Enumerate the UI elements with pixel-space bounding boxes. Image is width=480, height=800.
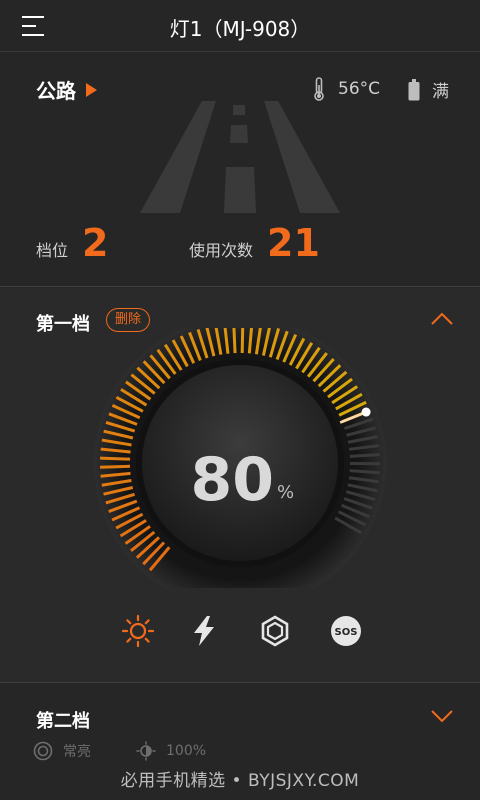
dial-tick bbox=[100, 464, 131, 469]
gear2-mode-label: 常亮 bbox=[63, 744, 91, 760]
battery-indicator: 满 bbox=[408, 77, 449, 102]
brightness-value: 80 bbox=[191, 445, 275, 515]
gear2-brightness-value: 100% bbox=[166, 743, 207, 759]
dial-tick bbox=[240, 328, 245, 354]
sos-icon[interactable]: SOS bbox=[329, 614, 363, 648]
thermometer-icon bbox=[314, 77, 324, 101]
gear-label: 档位 bbox=[36, 241, 69, 260]
lightning-icon[interactable] bbox=[187, 614, 221, 648]
sos-text: SOS bbox=[335, 627, 358, 638]
dial-tick bbox=[349, 453, 380, 458]
chevron-down-icon[interactable] bbox=[430, 709, 454, 723]
page-title: 灯1（MJ-908） bbox=[169, 17, 311, 41]
temperature-indicator: 56°C bbox=[312, 77, 380, 101]
brightness-unit: % bbox=[277, 482, 294, 503]
steady-light-icon bbox=[33, 741, 53, 761]
dial-tick bbox=[349, 469, 380, 475]
battery-icon bbox=[408, 78, 420, 100]
mode-icons: SOS bbox=[0, 610, 480, 650]
top-bar: 灯1（MJ-908） bbox=[0, 0, 480, 52]
uses-stat: 使用次数 21 bbox=[189, 221, 320, 265]
battery-value: 满 bbox=[432, 82, 449, 102]
sun-icon[interactable] bbox=[121, 614, 155, 648]
chevron-up-icon[interactable] bbox=[430, 312, 454, 326]
mode-label: 公路 bbox=[36, 79, 76, 103]
uses-label: 使用次数 bbox=[189, 241, 254, 260]
play-arrow-icon bbox=[86, 82, 97, 97]
uses-value: 21 bbox=[267, 221, 320, 265]
brightness-dial[interactable]: 80 % bbox=[90, 328, 390, 588]
gear2-brightness: 100% bbox=[136, 741, 206, 761]
gear-stat: 档位 2 bbox=[36, 221, 108, 265]
gear1-panel: 第一档 删除 80 % SOS bbox=[0, 288, 480, 682]
temperature-value: 56°C bbox=[338, 79, 381, 99]
divider bbox=[0, 286, 480, 287]
gear-value: 2 bbox=[82, 221, 109, 265]
gear1-title: 第一档 bbox=[36, 314, 90, 335]
brightness-icon bbox=[136, 741, 156, 761]
dial-tick bbox=[232, 328, 237, 354]
gear2-mode: 常亮 bbox=[33, 741, 91, 761]
watermark: 必用手机精选 • BYJSJXY.COM bbox=[120, 771, 360, 791]
gear2-title: 第二档 bbox=[36, 711, 90, 732]
road-illustration bbox=[140, 101, 340, 213]
mode-selector[interactable]: 公路 bbox=[36, 75, 97, 104]
dial-handle-knob[interactable] bbox=[361, 407, 371, 417]
dial-tick bbox=[100, 456, 131, 461]
hexagon-icon[interactable] bbox=[258, 614, 292, 648]
status-panel: 公路 56°C 满 档位 2 使用次数 21 bbox=[0, 53, 480, 286]
